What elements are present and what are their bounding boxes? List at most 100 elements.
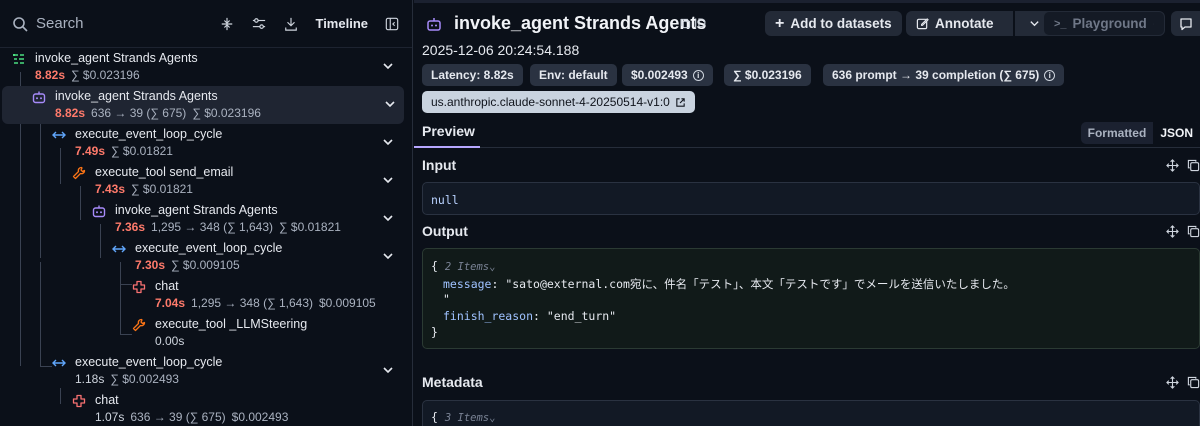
- external-link-icon[interactable]: [675, 97, 686, 108]
- tree-row[interactable]: invoke_agent Strands Agents 8.82s 636 → 39…: [2, 86, 404, 124]
- tab-preview[interactable]: Preview: [422, 123, 475, 139]
- items-hint[interactable]: 3 Items: [445, 412, 489, 424]
- duration-text: 8.82s: [35, 68, 66, 82]
- tree-row[interactable]: execute_event_loop_cycle 1.18s ∑ $0.002493: [0, 352, 412, 390]
- close-brace: }: [431, 325, 438, 339]
- chevron-down-icon[interactable]: ⌄: [489, 261, 495, 273]
- total-cost-text: ∑ $0.023196: [733, 68, 802, 82]
- chevron-down-icon[interactable]: [382, 212, 394, 224]
- tree-row[interactable]: execute_event_loop_cycle 7.30s ∑ $0.009105: [0, 238, 412, 276]
- tree-row-meta: 8.82s ∑ $0.023196: [35, 68, 146, 82]
- tree-row-meta: 7.43s ∑ $0.01821: [95, 182, 199, 196]
- duration-text: 8.82s: [55, 106, 86, 120]
- download-icon[interactable]: [283, 16, 299, 32]
- json-option[interactable]: JSON: [1153, 122, 1200, 144]
- agent-icon: [32, 90, 46, 104]
- duration-text: 1.07s: [95, 410, 125, 424]
- cost-text: ∑ $0.023196: [192, 106, 261, 120]
- copy-icon[interactable]: [1187, 225, 1200, 238]
- env-pill: Env: default: [530, 64, 617, 86]
- chevron-down-icon[interactable]: [382, 60, 394, 72]
- tree-toolbar: Search Timeline: [0, 0, 412, 48]
- cost-text: $0.002493: [631, 68, 688, 82]
- agent-icon: [92, 204, 106, 218]
- filter-sliders-icon[interactable]: [251, 16, 267, 32]
- tree-row[interactable]: execute_tool send_email 7.43s ∑ $0.01821: [0, 162, 412, 200]
- tree-row[interactable]: execute_tool _LLMSteering 0.00s: [0, 314, 412, 352]
- copy-icon[interactable]: [1187, 376, 1200, 389]
- wrench-icon: [132, 318, 146, 332]
- chevron-down-icon[interactable]: [384, 98, 396, 110]
- comment-button[interactable]: [1171, 11, 1200, 36]
- timeline-toggle[interactable]: Timeline: [315, 16, 368, 31]
- chevron-down-icon[interactable]: ⌄: [489, 412, 495, 424]
- open-brace: {: [431, 410, 438, 424]
- items-hint[interactable]: 2 Items: [445, 261, 489, 273]
- expand-icon[interactable]: [1166, 159, 1179, 172]
- copy-icon[interactable]: [1187, 159, 1200, 172]
- finish-reason-line: finish_reason: "end_turn": [443, 309, 616, 323]
- expand-icon[interactable]: [1166, 225, 1179, 238]
- llm-chat-icon: [132, 280, 146, 294]
- chevron-down-icon[interactable]: [382, 174, 394, 186]
- cost-pill[interactable]: $0.002493 i: [622, 64, 713, 86]
- cost-text: ∑ $0.01821: [279, 220, 341, 234]
- cost-text: ∑ $0.01821: [111, 144, 173, 158]
- tree-row-meta: 0.00s: [155, 334, 190, 348]
- info-icon[interactable]: i: [692, 69, 704, 81]
- tree-row[interactable]: invoke_agent Strands Agents 7.36s 1,295 → …: [0, 200, 412, 238]
- tree-row[interactable]: chat 1.07s 636 → 39 (∑ 675) $0.002493: [0, 390, 412, 426]
- total-cost-pill: ∑ $0.023196: [724, 64, 811, 86]
- id-label: ID: [694, 16, 706, 30]
- tree-row-meta: 7.49s ∑ $0.01821: [75, 144, 179, 158]
- chevron-down-icon[interactable]: [382, 364, 394, 376]
- trace-tree: invoke_agent Strands Agents 8.82s ∑ $0.023…: [0, 48, 412, 426]
- chevron-down-icon[interactable]: [382, 136, 394, 148]
- tokens-pill[interactable]: 636 prompt → 39 completion (∑ 675) i: [823, 64, 1065, 86]
- add-to-datasets-button[interactable]: + Add to datasets: [765, 11, 902, 36]
- message-continuation: ": [443, 292, 450, 306]
- copy-id-button[interactable]: ID: [680, 16, 706, 30]
- message-value: "sato@external.com宛に、件名「テスト」、本文「テストです」でメ…: [505, 277, 1015, 291]
- plus-icon: +: [775, 14, 785, 32]
- info-icon[interactable]: i: [1044, 69, 1056, 81]
- annotate-button[interactable]: Annotate: [906, 11, 1013, 36]
- span-detail-panel: invoke_agent Strands Agents ID + Add to …: [414, 0, 1200, 426]
- model-pill[interactable]: us.anthropic.claude-sonnet-4-20250514-v1…: [422, 91, 695, 113]
- tree-row[interactable]: invoke_agent Strands Agents 8.82s ∑ $0.023…: [0, 48, 412, 86]
- message-line: message: "sato@external.com宛に、件名「テスト」、本文…: [443, 276, 1015, 292]
- search-icon[interactable]: [12, 16, 28, 32]
- finish-reason-value: "end_turn": [546, 309, 617, 323]
- cost-text: $0.002493: [231, 410, 289, 424]
- tree-row-title: execute_tool _LLMSteering: [155, 317, 308, 331]
- metadata-section-label: Metadata: [422, 374, 483, 390]
- tree-row-meta: 1.18s ∑ $0.002493: [75, 372, 185, 386]
- tree-row-title: chat: [95, 393, 119, 407]
- tree-row[interactable]: execute_event_loop_cycle 7.49s ∑ $0.01821: [0, 124, 412, 162]
- output-code-block: { 2 Items⌄ message: "sato@external.com宛に…: [422, 248, 1200, 349]
- tree-row[interactable]: chat 7.04s 1,295 → 348 (∑ 1,643) $0.009105: [0, 276, 412, 314]
- formatted-option[interactable]: Formatted: [1081, 122, 1154, 144]
- expand-icon[interactable]: [1166, 376, 1179, 389]
- search-input[interactable]: Search: [36, 15, 203, 32]
- playground-label: Playground: [1072, 16, 1147, 31]
- finish-reason-key: finish_reason: [443, 309, 534, 323]
- tokens-text: 1,295 → 348 (∑ 1,643): [151, 220, 273, 234]
- duration-text: 7.30s: [135, 258, 166, 272]
- chevron-down-icon[interactable]: [382, 250, 394, 262]
- format-toggle: Formatted JSON: [1080, 122, 1200, 144]
- playground-button[interactable]: >_ Playground: [1043, 11, 1165, 36]
- output-open-line: { 2 Items⌄: [431, 259, 495, 273]
- duration-text: 7.49s: [75, 144, 106, 158]
- annotate-label: Annotate: [935, 16, 994, 31]
- terminal-icon: >_: [1054, 17, 1067, 30]
- latency-text: Latency: 8.82s: [431, 68, 514, 82]
- comment-icon: [1179, 17, 1192, 30]
- loop-icon: [112, 242, 126, 256]
- sidebar-collapse-icon[interactable]: [384, 16, 400, 32]
- tree-row-title: execute_event_loop_cycle: [75, 355, 223, 369]
- collapse-expand-icon[interactable]: [219, 16, 235, 32]
- tree-row-meta: 7.36s 1,295 → 348 (∑ 1,643) ∑ $0.01821: [115, 220, 347, 234]
- output-actions: [1166, 225, 1200, 238]
- tokens-text: 636 prompt → 39 completion (∑ 675): [832, 68, 1040, 82]
